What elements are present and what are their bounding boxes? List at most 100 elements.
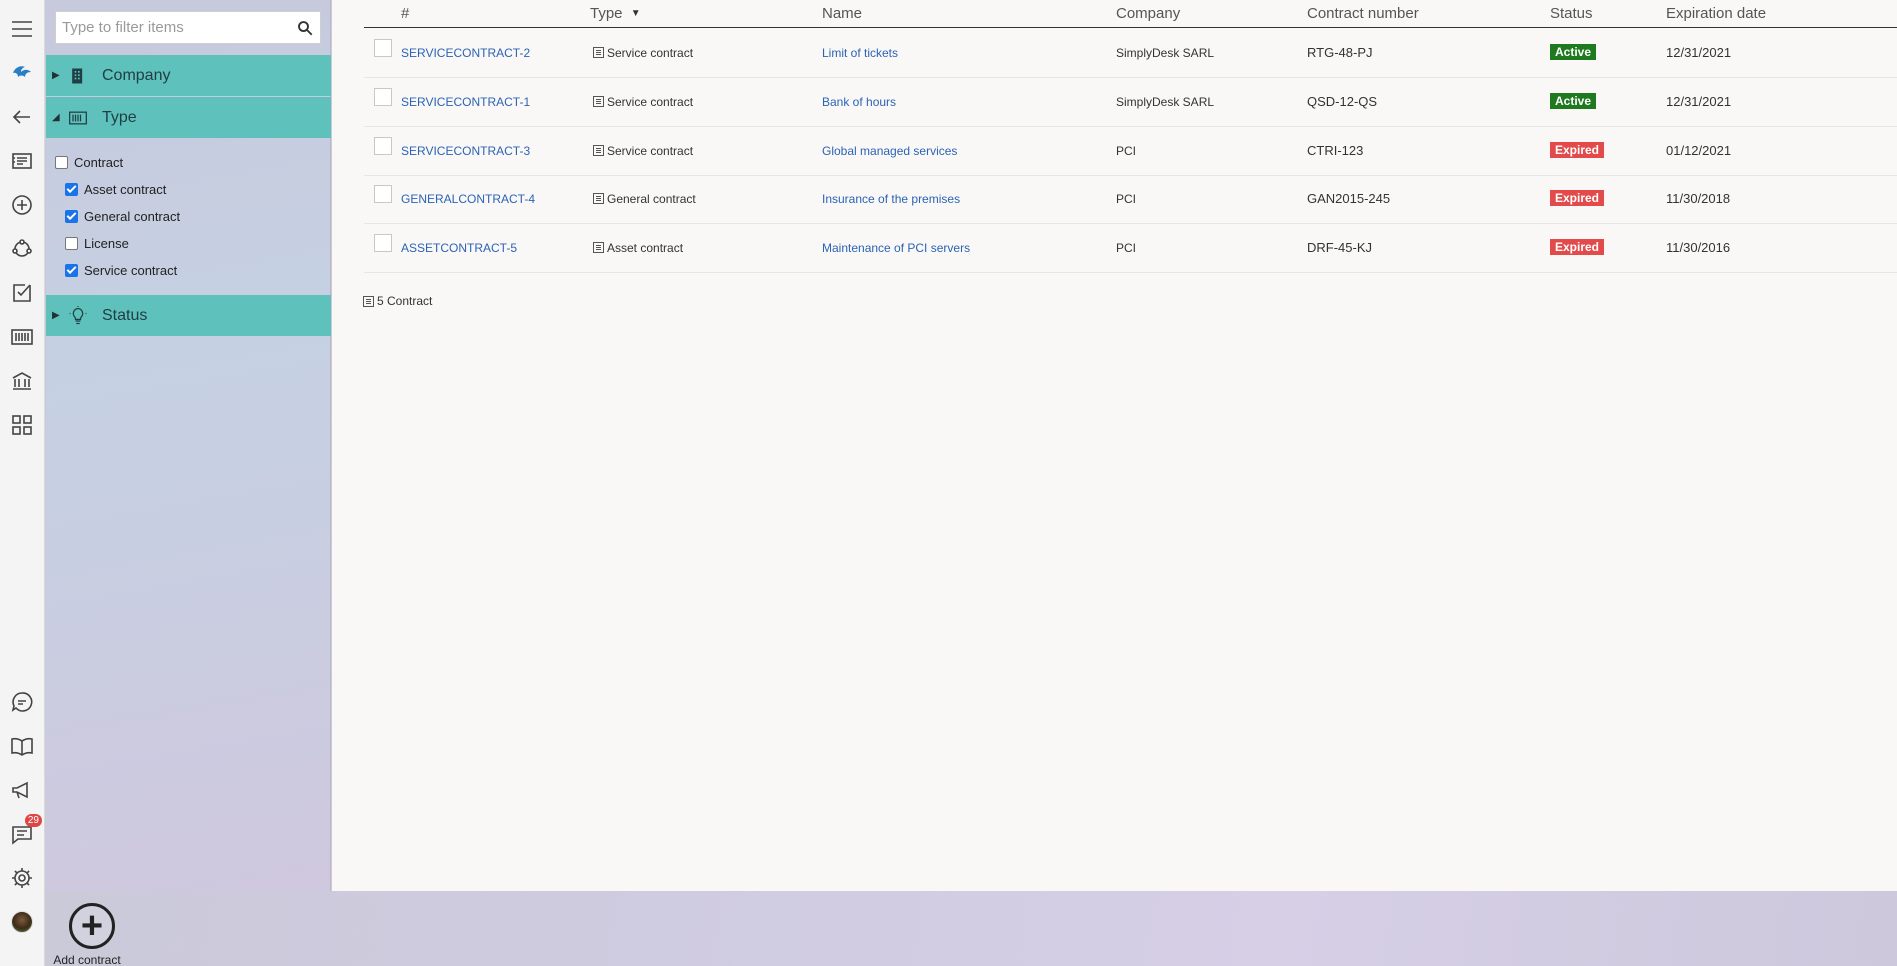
- contract-doc-icon: [593, 145, 604, 156]
- company-cell: PCI: [1116, 241, 1137, 255]
- contract-type-label: Service contract: [607, 144, 694, 158]
- user-avatar[interactable]: [8, 908, 36, 936]
- checkbox[interactable]: [65, 183, 78, 196]
- contract-id-link[interactable]: SERVICECONTRACT-1: [401, 95, 530, 109]
- cycle-icon[interactable]: [8, 235, 36, 263]
- dashboard-grid-icon[interactable]: [8, 411, 36, 439]
- bank-icon[interactable]: [8, 367, 36, 395]
- checkbox[interactable]: [55, 156, 68, 169]
- tasks-icon[interactable]: [8, 279, 36, 307]
- column-header-type[interactable]: Type ▼: [590, 5, 641, 22]
- status-badge: Expired: [1550, 142, 1605, 158]
- contract-name-link[interactable]: Limit of tickets: [822, 46, 898, 60]
- column-header-company[interactable]: Company: [1116, 5, 1180, 22]
- section-company[interactable]: ▶ Company: [46, 55, 331, 96]
- contract-id-link[interactable]: ASSETCONTRACT-5: [401, 241, 517, 255]
- type-filter-label: License: [84, 236, 129, 251]
- contract-name-link[interactable]: Maintenance of PCI servers: [822, 241, 970, 255]
- type-filter-asset-contract[interactable]: Asset contract: [65, 182, 166, 197]
- barcode-icon[interactable]: [8, 323, 36, 351]
- company-cell: SimplyDesk SARL: [1116, 95, 1215, 109]
- section-company-label: Company: [102, 66, 171, 84]
- contract-type-cell: Asset contract: [593, 241, 683, 255]
- filter-search-box: [55, 11, 321, 44]
- column-header-status[interactable]: Status: [1550, 5, 1593, 22]
- contract-number-cell: QSD-12-QS: [1307, 94, 1378, 109]
- sort-desc-icon: ▼: [630, 8, 641, 19]
- add-circle-icon[interactable]: [8, 191, 36, 219]
- contract-id-link[interactable]: SERVICECONTRACT-3: [401, 144, 530, 158]
- settings-gear-icon[interactable]: [8, 864, 36, 892]
- checkbox[interactable]: [65, 237, 78, 250]
- tickets-icon[interactable]: [8, 147, 36, 175]
- table-header: # Type ▼ Name Company Contract number St…: [364, 0, 1897, 28]
- hamburger-menu-icon[interactable]: [8, 15, 36, 43]
- contract-number-cell: DRF-45-KJ: [1307, 240, 1373, 255]
- type-filter-label: Service contract: [84, 263, 178, 278]
- add-contract-button[interactable]: + Add contract: [53, 903, 128, 966]
- announcement-icon[interactable]: [8, 776, 36, 804]
- row-checkbox[interactable]: [374, 137, 392, 155]
- section-type[interactable]: ◢ Type: [46, 97, 331, 138]
- search-icon[interactable]: [296, 19, 314, 37]
- filter-panel: ▶ Company ◢ Type Contract Asset contract…: [46, 0, 331, 891]
- column-header-expiration-date[interactable]: Expiration date: [1666, 5, 1766, 22]
- table-row[interactable]: SERVICECONTRACT-1 Service contract Bank …: [364, 78, 1897, 127]
- status-badge: Expired: [1550, 190, 1605, 206]
- caret-right-icon: ▶: [52, 310, 60, 321]
- icon-rail: 29: [0, 0, 45, 966]
- contract-doc-icon: [593, 96, 604, 107]
- result-count-label: 5 Contract: [377, 294, 433, 308]
- back-arrow-icon[interactable]: [8, 103, 36, 131]
- add-contract-label: Add contract: [53, 953, 121, 966]
- contract-doc-icon: [593, 242, 604, 253]
- knowledge-book-icon[interactable]: [8, 732, 36, 760]
- table-row[interactable]: SERVICECONTRACT-3 Service contract Globa…: [364, 127, 1897, 176]
- row-checkbox[interactable]: [374, 88, 392, 106]
- type-filter-license[interactable]: License: [65, 236, 129, 251]
- type-filter-label: Asset contract: [84, 182, 167, 197]
- row-checkbox[interactable]: [374, 234, 392, 252]
- status-badge: Active: [1550, 93, 1597, 109]
- chat-icon[interactable]: [8, 688, 36, 716]
- type-filter-general-contract[interactable]: General contract: [65, 209, 180, 224]
- contract-name-link[interactable]: Global managed services: [822, 144, 957, 158]
- contract-doc-icon: [593, 193, 604, 204]
- contract-name-link[interactable]: Insurance of the premises: [822, 192, 960, 206]
- checkbox[interactable]: [65, 210, 78, 223]
- column-header-id[interactable]: #: [401, 5, 409, 22]
- filter-input[interactable]: [56, 12, 286, 43]
- notifications-icon[interactable]: 29: [8, 814, 42, 848]
- contract-doc-icon: [363, 295, 374, 307]
- notification-count-badge: 29: [24, 814, 42, 827]
- contract-type-cell: Service contract: [593, 144, 693, 158]
- section-status-label: Status: [102, 306, 148, 324]
- column-header-contract-number[interactable]: Contract number: [1307, 5, 1419, 22]
- type-filter-service-contract[interactable]: Service contract: [65, 263, 177, 278]
- app-logo-icon[interactable]: [8, 59, 36, 87]
- contract-id-link[interactable]: SERVICECONTRACT-2: [401, 46, 530, 60]
- expiration-date-cell: 01/12/2021: [1666, 143, 1732, 158]
- contract-number-cell: CTRI-123: [1307, 143, 1364, 158]
- expiration-date-cell: 12/31/2021: [1666, 45, 1732, 60]
- table-row[interactable]: GENERALCONTRACT-4 General contract Insur…: [364, 175, 1897, 224]
- checkbox[interactable]: [65, 264, 78, 277]
- add-circle-icon: +: [69, 903, 115, 949]
- company-cell: PCI: [1116, 144, 1137, 158]
- contract-id-link[interactable]: GENERALCONTRACT-4: [401, 192, 535, 206]
- table-row[interactable]: ASSETCONTRACT-5 Asset contract Maintenan…: [364, 224, 1897, 273]
- table-row[interactable]: SERVICECONTRACT-2 Service contract Limit…: [364, 29, 1897, 78]
- section-type-label: Type: [102, 108, 137, 126]
- row-checkbox[interactable]: [374, 39, 392, 57]
- section-status[interactable]: ▶ Status: [46, 295, 331, 336]
- contract-doc-icon: [593, 47, 604, 58]
- type-filter-contract[interactable]: Contract: [55, 155, 123, 170]
- caret-right-icon: ▶: [52, 70, 60, 81]
- status-badge: Expired: [1550, 239, 1605, 255]
- column-header-name[interactable]: Name: [822, 5, 862, 22]
- contract-name-link[interactable]: Bank of hours: [822, 95, 896, 109]
- contract-number-cell: RTG-48-PJ: [1307, 45, 1373, 60]
- avatar-image: [11, 911, 33, 933]
- company-cell: SimplyDesk SARL: [1116, 46, 1215, 60]
- row-checkbox[interactable]: [374, 185, 392, 203]
